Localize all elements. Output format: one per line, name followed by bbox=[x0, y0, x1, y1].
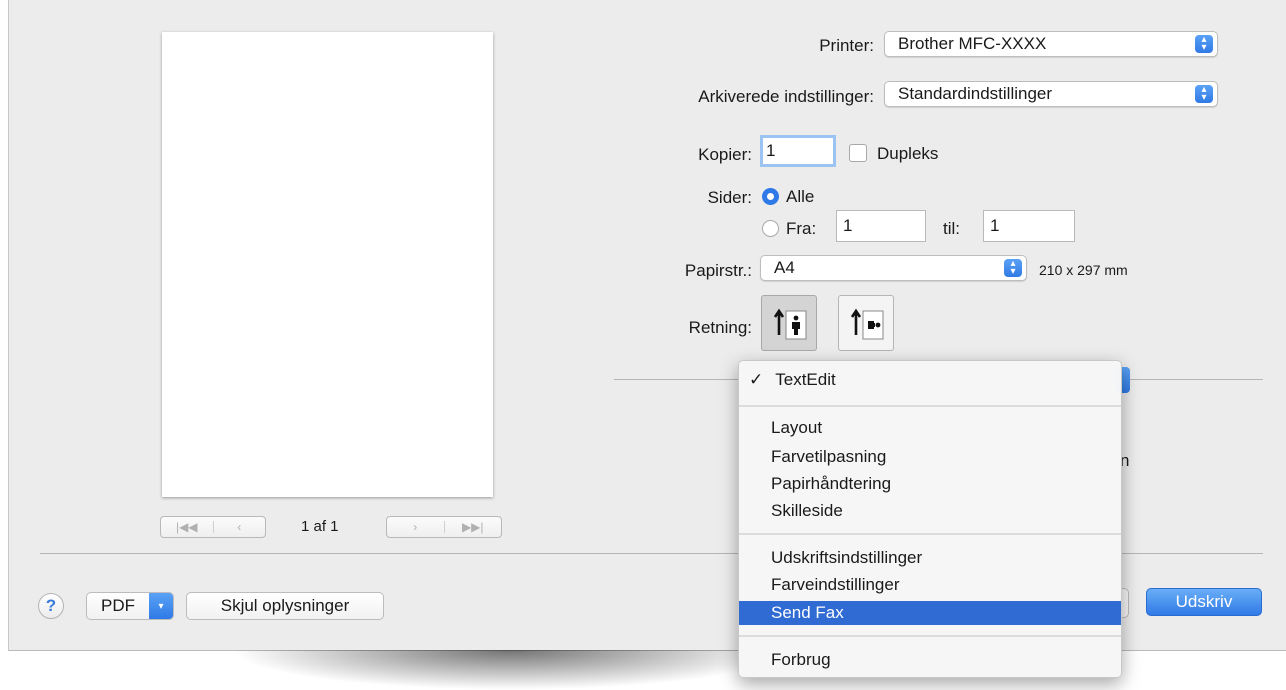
pages-from-value: 1 bbox=[843, 216, 853, 235]
last-page-icon[interactable]: ▶▶| bbox=[445, 520, 502, 534]
pages-to-label: til: bbox=[943, 219, 960, 238]
copies-label: Kopier: bbox=[698, 145, 752, 164]
menu-item-paper-handling[interactable]: Papirhåndtering bbox=[739, 472, 1121, 496]
orientation-landscape-button[interactable] bbox=[838, 295, 894, 351]
pages-label: Sider: bbox=[707, 188, 752, 207]
orientation-label: Retning: bbox=[688, 318, 752, 337]
checkmark-icon: ✓ bbox=[749, 370, 764, 389]
duplex-label: Dupleks bbox=[877, 144, 939, 163]
menu-separator bbox=[739, 635, 1121, 637]
prev-page-icon[interactable]: ‹ bbox=[214, 520, 266, 534]
copies-value: 1 bbox=[766, 141, 776, 160]
menu-item-label: TextEdit bbox=[775, 370, 836, 389]
chevron-updown-icon: ▴ ▾ bbox=[1195, 35, 1213, 53]
preview-forward-controls: › ▶▶| bbox=[386, 516, 502, 538]
chevron-updown-icon: ▴ ▾ bbox=[1004, 259, 1022, 277]
paper-size-label: Papirstr.: bbox=[684, 261, 752, 280]
paper-size-select[interactable]: A4 ▴ ▾ bbox=[760, 255, 1027, 281]
dialog-shadow bbox=[230, 650, 790, 690]
printer-value: Brother MFC-XXXX bbox=[898, 34, 1047, 53]
menu-item-print-settings[interactable]: Udskriftsindstillinger bbox=[739, 546, 1121, 570]
pdf-menu-button[interactable]: PDF ▾ bbox=[86, 592, 174, 620]
section-divider-left bbox=[614, 379, 738, 380]
portrait-person-icon bbox=[773, 308, 807, 340]
help-button[interactable]: ? bbox=[38, 593, 64, 619]
pages-from-input[interactable]: 1 bbox=[836, 210, 926, 242]
presets-value: Standardindstillinger bbox=[898, 84, 1053, 103]
print-button[interactable]: Udskriv bbox=[1146, 588, 1262, 616]
first-page-icon[interactable]: |◀◀ bbox=[161, 520, 213, 534]
chevron-down-icon[interactable]: ▾ bbox=[149, 593, 173, 619]
pdf-label: PDF bbox=[101, 596, 135, 615]
menu-separator bbox=[739, 405, 1121, 407]
next-page-icon[interactable]: › bbox=[387, 520, 444, 534]
menu-item-color-settings[interactable]: Farveindstillinger bbox=[739, 573, 1121, 597]
pages-from-radio[interactable] bbox=[762, 220, 779, 237]
preview-back-controls: |◀◀ ‹ bbox=[160, 516, 266, 538]
orientation-portrait-button[interactable] bbox=[761, 295, 817, 351]
landscape-person-icon bbox=[850, 308, 884, 340]
section-divider-right bbox=[1122, 379, 1263, 380]
duplex-checkbox[interactable] bbox=[849, 144, 867, 162]
menu-item-supply-levels[interactable]: Forbrug bbox=[739, 648, 1121, 672]
copies-input[interactable]: 1 bbox=[760, 135, 836, 167]
pages-from-label: Fra: bbox=[786, 219, 817, 238]
menu-item-layout[interactable]: Layout bbox=[739, 416, 1121, 440]
page-preview bbox=[162, 32, 493, 497]
section-dropdown-menu: ✓ TextEdit Layout Farvetilpasning Papirhå… bbox=[738, 360, 1122, 678]
menu-item-textedit[interactable]: ✓ TextEdit bbox=[739, 368, 1121, 392]
printer-select[interactable]: Brother MFC-XXXX ▴ ▾ bbox=[884, 31, 1218, 57]
pages-all-label: Alle bbox=[786, 187, 815, 206]
hide-details-button[interactable]: Skjul oplysninger bbox=[186, 592, 384, 620]
paper-dimensions: 210 x 297 mm bbox=[1039, 262, 1128, 278]
pages-to-input[interactable]: 1 bbox=[983, 210, 1075, 242]
printer-label: Printer: bbox=[819, 36, 874, 55]
menu-item-cover-page[interactable]: Skilleside bbox=[739, 499, 1121, 523]
chevron-updown-icon: ▴ ▾ bbox=[1195, 85, 1213, 103]
paper-size-value: A4 bbox=[774, 258, 795, 277]
pages-all-radio[interactable] bbox=[762, 188, 779, 205]
pages-to-value: 1 bbox=[990, 216, 1000, 235]
menu-item-send-fax[interactable]: Send Fax bbox=[739, 601, 1121, 625]
menu-separator bbox=[739, 533, 1121, 535]
presets-label: Arkiverede indstillinger: bbox=[698, 87, 874, 106]
presets-select[interactable]: Standardindstillinger ▴ ▾ bbox=[884, 81, 1218, 107]
menu-item-color-matching[interactable]: Farvetilpasning bbox=[739, 445, 1121, 469]
page-counter: 1 af 1 bbox=[301, 518, 339, 535]
